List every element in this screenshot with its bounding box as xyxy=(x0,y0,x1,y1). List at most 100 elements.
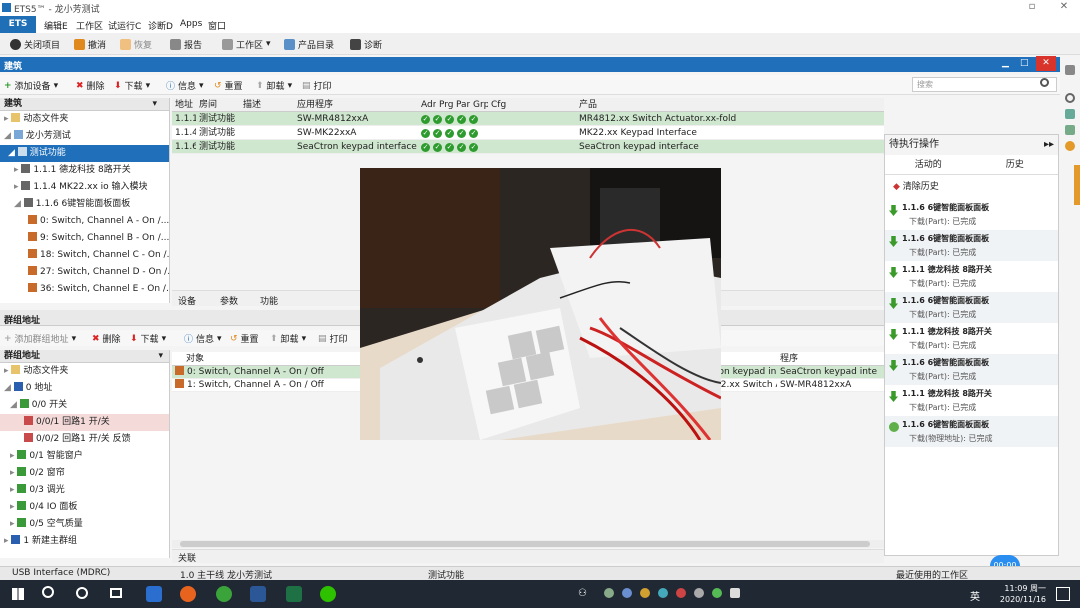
people-icon[interactable]: ⚇ xyxy=(578,588,587,599)
wechat-icon[interactable] xyxy=(320,586,336,602)
unload-button[interactable]: ⬆ 卸载 ▾ xyxy=(270,332,306,346)
unload-button[interactable]: ⬆ 卸载 ▾ xyxy=(256,79,292,93)
undo-button[interactable]: 撤消 xyxy=(74,37,106,51)
reset-button[interactable]: ↺ 重置 xyxy=(230,332,259,346)
workspace-button[interactable]: 工作区 ▾ xyxy=(222,37,271,51)
history-item[interactable]: 1.1.1 德龙科技 8路开关 下载(Part): 已完成 xyxy=(885,323,1058,354)
scroll-thumb[interactable] xyxy=(180,541,870,547)
menu-window[interactable]: 窗口 xyxy=(208,19,226,32)
todo-icon[interactable] xyxy=(1065,125,1075,135)
expand-icon[interactable]: ▸▸ xyxy=(1044,135,1054,155)
table-row[interactable]: 1.1.6 测试功能 SeaCtron keypad interface ✓ ✓ ✓… xyxy=(172,140,884,154)
browser-icon[interactable] xyxy=(216,586,232,602)
search-input[interactable]: 搜索 xyxy=(912,77,1057,92)
tree-item[interactable]: ▸ 0/5 空气质量 xyxy=(0,516,169,533)
tab-history[interactable]: 历史 xyxy=(971,155,1058,174)
history-item[interactable]: 1.1.1 德龙科技 8路开关 下载(Part): 已完成 xyxy=(885,385,1058,416)
tree-item[interactable]: 0: Switch, Channel A - On /... xyxy=(0,213,169,230)
language-indicator[interactable]: 英 xyxy=(970,588,980,603)
menu-diagnostics[interactable]: 诊断D xyxy=(148,19,173,32)
close-panel-icon[interactable]: ✕ xyxy=(1036,56,1056,71)
clock-date[interactable]: 2020/11/16 xyxy=(992,595,1046,604)
tree-item[interactable]: ▸ 动态文件夹 xyxy=(0,363,169,380)
app-icon[interactable] xyxy=(146,586,162,602)
delete-button[interactable]: ✖ 删除 xyxy=(92,332,121,346)
horizontal-scrollbar[interactable] xyxy=(172,540,884,548)
table-row[interactable]: 1.1.4 测试功能 SW-MK22xxA ✓ ✓ ✓ ✓ ✓ MK22.xx Keyp… xyxy=(172,126,884,140)
clear-history-button[interactable]: ◆ 清除历史 xyxy=(885,175,1058,199)
table-row[interactable]: 1.1.1 测试功能 SW-MR4812xxA ✓ ✓ ✓ ✓ ✓ MR4812.xx … xyxy=(172,112,884,126)
excel-icon[interactable] xyxy=(286,586,302,602)
tree-item[interactable]: 9: Switch, Channel B - On /... xyxy=(0,230,169,247)
history-item[interactable]: 1.1.6 6键智能面板面板 下载(Part): 已完成 xyxy=(885,292,1058,323)
side-tab[interactable] xyxy=(1074,165,1080,205)
cortana-icon[interactable] xyxy=(76,587,88,599)
notification-icon[interactable] xyxy=(1056,587,1070,601)
download-button[interactable]: ⬇ 下载 ▾ xyxy=(114,79,150,93)
maximize-panel-icon[interactable]: □ xyxy=(1020,58,1029,68)
search-icon[interactable] xyxy=(42,586,54,598)
tree-item[interactable]: ▸ 0/3 调光 xyxy=(0,482,169,499)
history-item[interactable]: 1.1.1 德龙科技 8路开关 下载(Part): 已完成 xyxy=(885,261,1058,292)
tree-item[interactable]: 18: Switch, Channel C - On /... xyxy=(0,247,169,264)
pin-icon[interactable] xyxy=(1065,65,1075,75)
firefox-icon[interactable] xyxy=(180,586,196,602)
history-item[interactable]: 1.1.6 6键智能面板面板 下载(Part): 已完成 xyxy=(885,199,1058,230)
windows-start-icon[interactable] xyxy=(12,588,24,600)
menu-commissioning[interactable]: 试运行C xyxy=(108,19,141,32)
history-item[interactable]: 1.1.6 6键智能面板面板 下载(Part): 已完成 xyxy=(885,230,1058,261)
tree-item[interactable]: ▸ 1.1.4 MK22.xx io 输入模块 xyxy=(0,179,169,196)
tree-item[interactable]: ◢ 0/0 开关 xyxy=(0,397,169,414)
tree-item[interactable]: ▸ 0/4 IO 面板 xyxy=(0,499,169,516)
print-button[interactable]: ▤ 打印 xyxy=(318,332,348,346)
properties-icon[interactable] xyxy=(1065,109,1075,119)
tree-item[interactable]: ▸ 1 新建主群组 xyxy=(0,533,169,550)
diagnostics-button[interactable]: 诊断 xyxy=(350,37,382,51)
tree-item[interactable]: ◢ 1.1.6 6键智能面板面板 xyxy=(0,196,169,213)
search-icon[interactable] xyxy=(1065,93,1075,103)
tree-item-selected[interactable]: 0/0/1 回路1 开/关 xyxy=(0,414,169,431)
word-icon[interactable] xyxy=(250,586,266,602)
menu-edit[interactable]: 编辑E xyxy=(44,19,68,32)
download-button[interactable]: ⬇ 下载 ▾ xyxy=(130,332,166,346)
ets-menu-button[interactable]: ETS xyxy=(0,16,36,33)
reports-button[interactable]: 报告 xyxy=(170,37,202,51)
clock-time[interactable]: 11:09 周一 xyxy=(992,583,1046,594)
tree-item[interactable]: 36: Switch, Channel E - On /... xyxy=(0,281,169,298)
tab-parameters[interactable]: 参数 xyxy=(220,294,238,307)
redo-button[interactable]: 恢复 xyxy=(120,37,152,51)
undo-history-icon[interactable] xyxy=(1065,141,1075,151)
system-tray[interactable] xyxy=(604,588,784,600)
tree-item[interactable]: ▸ 0/1 智能窗户 xyxy=(0,448,169,465)
info-button[interactable]: ⓘ 信息 ▾ xyxy=(166,79,204,93)
close-icon[interactable]: ✕ xyxy=(1056,1,1072,12)
restore-icon[interactable]: ▫ xyxy=(1024,1,1040,12)
close-project-button[interactable]: 关闭项目 xyxy=(10,37,60,51)
tree-item[interactable]: ◢ 0 地址 xyxy=(0,380,169,397)
tab-devices[interactable]: 设备 xyxy=(178,294,196,307)
tree-item[interactable]: ▸ 0/2 窗帘 xyxy=(0,465,169,482)
tree-item[interactable]: ◢ 龙小芳测试 xyxy=(0,128,169,145)
tab-functions[interactable]: 功能 xyxy=(260,294,278,307)
tree-item[interactable]: 0/0/2 回路1 开/关 反馈 xyxy=(0,431,169,448)
minimize-panel-icon[interactable]: ▁ xyxy=(1002,58,1009,68)
tab-associations[interactable]: 关联 xyxy=(178,551,196,564)
tree-item[interactable]: ▸ 动态文件夹 xyxy=(0,111,169,128)
print-button[interactable]: ▤ 打印 xyxy=(302,79,332,93)
tree-item[interactable]: 27: Switch, Channel D - On /... xyxy=(0,264,169,281)
tree-item-selected[interactable]: ◢ 测试功能 xyxy=(0,145,169,162)
history-item[interactable]: 1.1.6 6键智能面板面板 下载(Part): 已完成 xyxy=(885,354,1058,385)
menu-apps[interactable]: Apps xyxy=(180,19,202,29)
interface-status[interactable]: USB Interface (MDRC) xyxy=(12,568,110,578)
history-item[interactable]: 1.1.6 6键智能面板面板 下载(物理地址): 已完成 xyxy=(885,416,1058,447)
catalogs-button[interactable]: 产品目录 xyxy=(284,37,334,51)
add-device-button[interactable]: + 添加设备 ▾ xyxy=(4,79,58,93)
add-group-button[interactable]: + 添加群组地址 ▾ xyxy=(4,332,76,346)
reset-button[interactable]: ↺ 重置 xyxy=(214,79,243,93)
tab-active[interactable]: 活动的 xyxy=(885,155,972,174)
tree-item[interactable]: ▸ 1.1.1 德龙科技 8路开关 xyxy=(0,162,169,179)
delete-button[interactable]: ✖ 删除 xyxy=(76,79,105,93)
info-button[interactable]: ⓘ 信息 ▾ xyxy=(184,332,222,346)
menu-workspace[interactable]: 工作区 xyxy=(76,19,103,32)
task-view-icon[interactable] xyxy=(110,588,122,598)
